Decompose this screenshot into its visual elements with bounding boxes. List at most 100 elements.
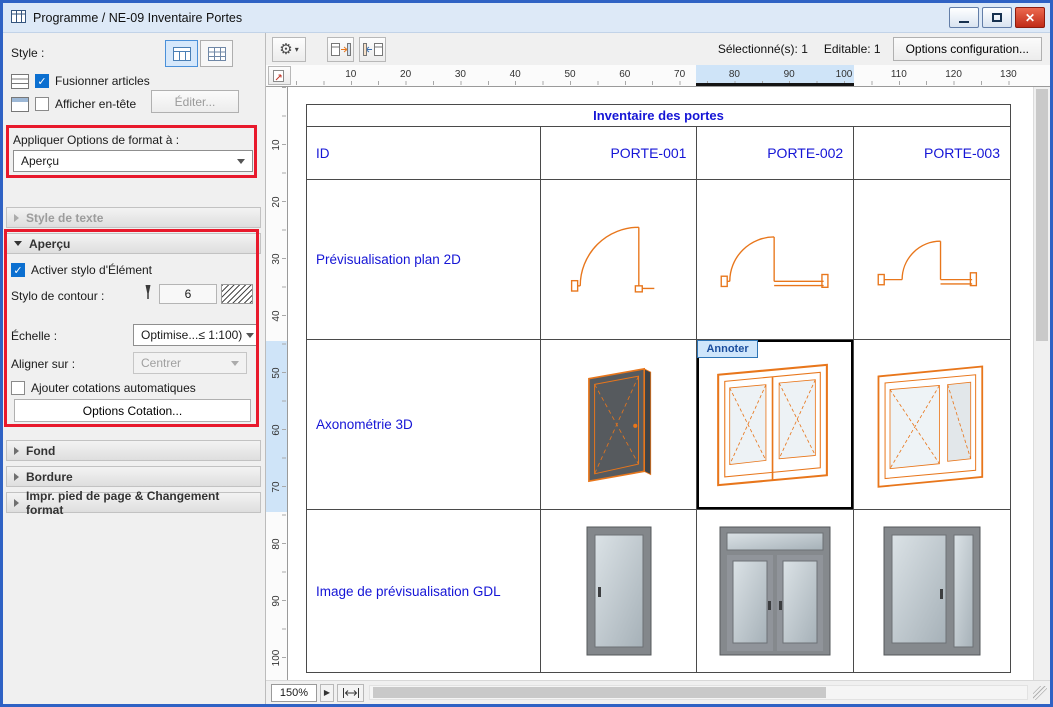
schedule-title: Inventaire des portes bbox=[307, 105, 1011, 127]
h-ruler-tick: 90 bbox=[784, 69, 795, 80]
table-row: Axonométrie 3D bbox=[307, 340, 1011, 510]
cell-plan2d-2[interactable] bbox=[697, 180, 854, 340]
fit-width-icon bbox=[342, 687, 360, 699]
contour-pen-number[interactable]: 6 bbox=[159, 284, 217, 304]
minimize-button[interactable] bbox=[949, 7, 979, 28]
vertical-scrollbar[interactable] bbox=[1033, 87, 1050, 680]
merge-items-checkbox[interactable]: Fusionner articles bbox=[35, 74, 150, 88]
door-3d-preview bbox=[558, 355, 680, 495]
horizontal-ruler[interactable]: 102030405060708090100110120130 bbox=[266, 65, 1050, 87]
view-mode-merged-button[interactable] bbox=[165, 40, 198, 67]
cell-plan2d-3[interactable] bbox=[854, 180, 1011, 340]
enable-element-pen-label: Activer stylo d'Élément bbox=[31, 263, 152, 277]
apply-format-dropdown[interactable]: Aperçu bbox=[13, 150, 253, 172]
zoom-menu-button[interactable]: ▶ bbox=[320, 684, 334, 702]
show-header-label: Afficher en-tête bbox=[55, 97, 136, 111]
zoom-level[interactable]: 150% bbox=[271, 684, 317, 702]
titlebar[interactable]: Programme / NE-09 Inventaire Portes ✕ bbox=[3, 3, 1050, 33]
h-ruler-tick: 130 bbox=[1000, 69, 1017, 80]
cell-axo-2-selected[interactable]: Annoter bbox=[697, 340, 854, 510]
cell-axo-3[interactable] bbox=[854, 340, 1011, 510]
annotate-badge[interactable]: Annoter bbox=[697, 340, 757, 358]
section-apercu-label: Aperçu bbox=[29, 237, 70, 251]
schedule-canvas[interactable]: Inventaire des portes ID PORTE-001 PORTE… bbox=[288, 87, 1033, 680]
editable-count: Editable: 1 bbox=[824, 42, 881, 56]
cell-axo-1[interactable] bbox=[541, 340, 698, 510]
horizontal-scrollbar[interactable] bbox=[369, 685, 1028, 700]
door-plan-symbol bbox=[563, 204, 675, 316]
section-text-style[interactable]: Style de texte bbox=[6, 207, 261, 228]
row-label-id[interactable]: ID bbox=[307, 127, 541, 180]
chevron-right-icon bbox=[14, 473, 19, 481]
v-ruler-tick: 70 bbox=[271, 475, 283, 499]
door-plan-symbol bbox=[711, 204, 839, 316]
resize-grip[interactable] bbox=[1033, 686, 1047, 700]
vertical-scrollbar-thumb[interactable] bbox=[1036, 89, 1048, 341]
align-label: Aligner sur : bbox=[11, 357, 75, 371]
section-border[interactable]: Bordure bbox=[6, 466, 261, 487]
chevron-down-icon bbox=[246, 333, 254, 338]
chevron-right-icon bbox=[14, 447, 19, 455]
view-mode-grid-button[interactable] bbox=[200, 40, 233, 67]
section-apercu[interactable]: Aperçu bbox=[6, 233, 261, 254]
merge-items-icon bbox=[11, 74, 29, 92]
fit-width-button[interactable] bbox=[337, 684, 364, 702]
door-gdl-image bbox=[882, 525, 982, 657]
row-label-axo3d[interactable]: Axonométrie 3D bbox=[307, 340, 541, 510]
cell-id-2[interactable]: PORTE-002 bbox=[697, 127, 854, 180]
scale-dropdown[interactable]: Optimise...≤ 1:100) bbox=[133, 324, 257, 346]
cell-gdl-3[interactable] bbox=[854, 510, 1011, 673]
auto-dimensions-checkbox[interactable]: Ajouter cotations automatiques bbox=[11, 381, 196, 395]
h-ruler-tick: 20 bbox=[400, 69, 411, 80]
maximize-button[interactable] bbox=[982, 7, 1012, 28]
cell-gdl-1[interactable] bbox=[541, 510, 698, 673]
cell-id-3[interactable]: PORTE-003 bbox=[854, 127, 1011, 180]
close-button[interactable]: ✕ bbox=[1015, 7, 1045, 28]
selected-count: Sélectionné(s): 1 bbox=[718, 42, 808, 56]
align-dropdown[interactable]: Centrer bbox=[133, 352, 247, 374]
apply-format-label: Appliquer Options de format à : bbox=[13, 133, 179, 147]
h-ruler-tick: 120 bbox=[945, 69, 962, 80]
grid-view-icon bbox=[208, 47, 226, 61]
vertical-ruler[interactable]: 102030405060708090100 bbox=[266, 87, 288, 680]
align-value: Centrer bbox=[141, 356, 181, 370]
cell-gdl-2[interactable] bbox=[697, 510, 854, 673]
table-row: Prévisualisation plan 2D bbox=[307, 180, 1011, 340]
section-background[interactable]: Fond bbox=[6, 440, 261, 461]
schedule-window-icon bbox=[11, 10, 26, 26]
transfer-format-button[interactable] bbox=[327, 37, 354, 62]
gear-icon: ⚙ bbox=[279, 42, 292, 57]
options-configuration-button[interactable]: Options configuration... bbox=[893, 37, 1042, 61]
scheme-settings-button[interactable]: ⚙▾ bbox=[272, 37, 306, 62]
row-label-plan2d[interactable]: Prévisualisation plan 2D bbox=[307, 180, 541, 340]
cell-id-1[interactable]: PORTE-001 bbox=[541, 127, 698, 180]
pickup-format-icon bbox=[363, 42, 383, 57]
row-label-gdl[interactable]: Image de prévisualisation GDL bbox=[307, 510, 541, 673]
ruler-corner-button[interactable] bbox=[268, 66, 291, 85]
door-gdl-image bbox=[584, 525, 654, 657]
h-ruler-tick: 40 bbox=[510, 69, 521, 80]
chevron-down-icon: ▾ bbox=[295, 45, 299, 54]
format-sidebar: Style : Fusionner articles Afficher en-t… bbox=[3, 33, 266, 704]
status-bar: 150% ▶ bbox=[266, 680, 1050, 704]
checkbox-checked-icon bbox=[35, 74, 49, 88]
chevron-down-icon bbox=[231, 361, 239, 366]
horizontal-scrollbar-thumb[interactable] bbox=[373, 687, 826, 698]
zoom-value: 150% bbox=[280, 687, 308, 699]
minimize-icon bbox=[959, 21, 969, 23]
contour-pen-label: Stylo de contour : bbox=[11, 289, 104, 303]
pen-nib-icon bbox=[142, 284, 154, 305]
chevron-right-icon bbox=[14, 214, 19, 222]
pickup-format-button[interactable] bbox=[359, 37, 386, 62]
show-header-checkbox[interactable]: Afficher en-tête bbox=[35, 97, 136, 111]
edit-header-button[interactable]: Éditer... bbox=[151, 90, 239, 113]
page-arrow-icon bbox=[272, 69, 288, 83]
dimension-options-button[interactable]: Options Cotation... bbox=[14, 399, 251, 422]
section-footer-format[interactable]: Impr. pied de page & Changement format bbox=[6, 492, 261, 513]
pen-set-button[interactable] bbox=[221, 284, 253, 304]
cell-plan2d-1[interactable] bbox=[541, 180, 698, 340]
v-ruler-tick: 60 bbox=[271, 418, 283, 442]
door-3d-preview bbox=[705, 355, 845, 495]
enable-element-pen-checkbox[interactable]: Activer stylo d'Élément bbox=[11, 263, 152, 277]
h-ruler-tick: 70 bbox=[674, 69, 685, 80]
